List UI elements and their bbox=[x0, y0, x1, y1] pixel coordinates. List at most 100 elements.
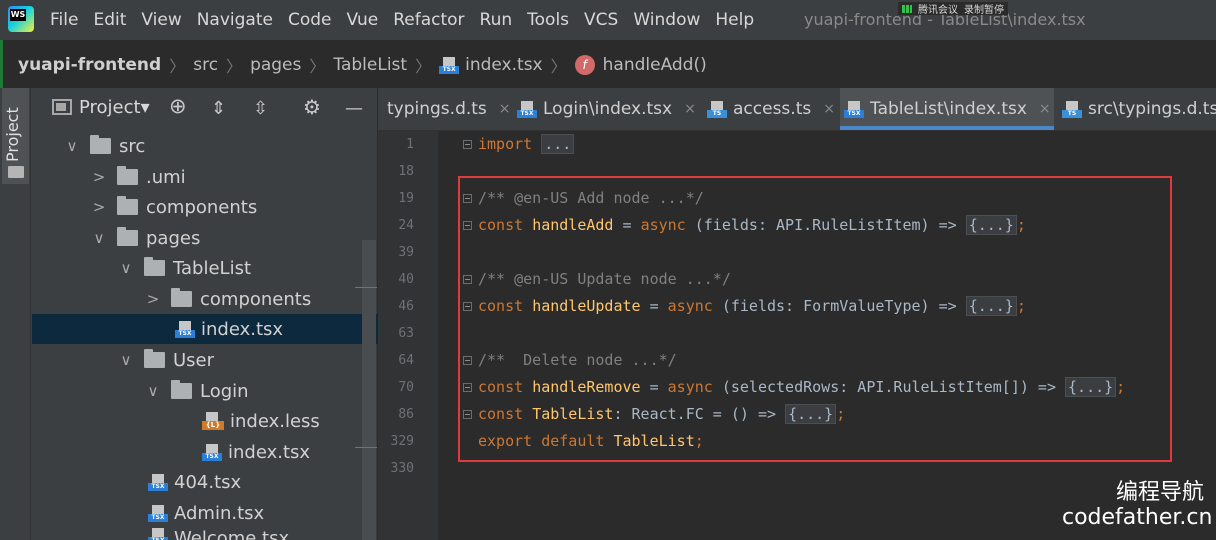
annotation-highlight-box bbox=[458, 176, 1172, 462]
menu-file[interactable]: File bbox=[50, 10, 78, 30]
breadcrumb: yuapi-frontend 〉 src 〉 pages 〉 TableList… bbox=[0, 46, 1216, 84]
menu-refactor[interactable]: Refactor bbox=[393, 10, 464, 30]
breadcrumb-project[interactable]: yuapi-frontend bbox=[18, 55, 161, 75]
menu-tools[interactable]: Tools bbox=[527, 10, 569, 30]
fold-toggle-icon[interactable] bbox=[463, 140, 472, 149]
breadcrumb-function[interactable]: handleAdd() bbox=[603, 55, 707, 75]
chevron-down-icon[interactable]: ∨ bbox=[64, 137, 80, 155]
menu-vue[interactable]: Vue bbox=[347, 10, 379, 30]
tsx-label: TSX bbox=[517, 109, 537, 118]
ts-file-icon: TS bbox=[707, 100, 727, 118]
tree-item-label: index.tsx bbox=[228, 441, 311, 463]
menu-run[interactable]: Run bbox=[480, 10, 513, 30]
folded-region[interactable]: ... bbox=[541, 134, 575, 154]
chevron-right-icon[interactable]: > bbox=[91, 198, 107, 216]
expand-all-icon[interactable]: ⇕ bbox=[211, 100, 226, 118]
close-icon[interactable]: × bbox=[499, 101, 511, 117]
less-label: {L} bbox=[202, 421, 224, 430]
tab-typings-d-ts[interactable]: typings.d.ts × bbox=[387, 88, 511, 130]
project-toolbar: Project▾ ⊕ ⇕ ⇳ ⚙ — bbox=[31, 88, 377, 130]
close-icon[interactable]: × bbox=[823, 101, 835, 117]
tree-item-label: Welcome.tsx bbox=[174, 528, 290, 540]
tree-item-label: User bbox=[173, 349, 215, 371]
breadcrumb-file[interactable]: index.tsx bbox=[465, 55, 543, 75]
watermark-url: codefather.cn bbox=[1062, 505, 1213, 530]
project-scrollbar[interactable] bbox=[362, 240, 376, 540]
collapse-all-icon[interactable]: ⇳ bbox=[253, 100, 268, 118]
tree-item-label: TableList bbox=[173, 257, 252, 279]
line-number: 329 bbox=[390, 434, 414, 449]
minimize-icon[interactable]: — bbox=[345, 100, 363, 118]
menu-edit[interactable]: Edit bbox=[93, 10, 126, 30]
line-number: 18 bbox=[398, 164, 414, 179]
error-stripe bbox=[355, 447, 377, 448]
main-menu: File Edit View Navigate Code Vue Refacto… bbox=[50, 0, 769, 40]
menu-vcs[interactable]: VCS bbox=[584, 10, 618, 30]
folder-icon bbox=[171, 380, 192, 399]
tsx-file-icon: TSX bbox=[202, 443, 222, 461]
breadcrumb-pages[interactable]: pages bbox=[250, 55, 301, 75]
chevron-down-icon[interactable]: ∨ bbox=[145, 382, 161, 400]
tab-label: access.ts bbox=[733, 99, 812, 119]
chevron-down-icon[interactable]: ∨ bbox=[91, 229, 107, 247]
menu-code[interactable]: Code bbox=[288, 10, 332, 30]
close-icon[interactable]: × bbox=[1039, 101, 1051, 117]
breadcrumb-src[interactable]: src bbox=[193, 55, 218, 75]
tsx-label: TSX bbox=[175, 329, 195, 338]
tab-access-ts[interactable]: TS access.ts × bbox=[707, 88, 835, 130]
tab-label: src\typings.d.ts bbox=[1088, 99, 1216, 119]
tree-item-label: Login bbox=[200, 380, 249, 402]
tree-item-label: index.less bbox=[230, 410, 320, 432]
watermark-title: 编程导航 bbox=[1116, 480, 1205, 505]
tree-item-umi[interactable]: > .umi bbox=[32, 162, 435, 192]
active-tab-indicator bbox=[840, 126, 1054, 130]
line-number: 330 bbox=[390, 461, 414, 476]
line-number: 40 bbox=[398, 272, 414, 287]
tree-item-label: pages bbox=[146, 227, 201, 249]
line-number: 24 bbox=[398, 218, 414, 233]
tsx-label: TSX bbox=[148, 482, 168, 491]
meeting-recording-badge: 腾讯会议 录制暂停 bbox=[898, 2, 1008, 16]
tab-label: Login\index.tsx bbox=[543, 99, 673, 119]
tsx-label: TSX bbox=[439, 65, 460, 74]
line-number: 86 bbox=[398, 407, 414, 422]
menu-help[interactable]: Help bbox=[715, 10, 754, 30]
less-file-icon: {L} bbox=[202, 412, 224, 430]
line-number: 63 bbox=[398, 326, 414, 341]
tsx-file-icon: TSX bbox=[517, 100, 537, 118]
tree-item-src[interactable]: ∨ src bbox=[32, 131, 408, 161]
menu-view[interactable]: View bbox=[141, 10, 181, 30]
line-number: 64 bbox=[398, 353, 414, 368]
tsx-file-icon: TSX bbox=[148, 504, 168, 522]
tree-item-label: .umi bbox=[146, 166, 186, 188]
tab-label: typings.d.ts bbox=[387, 99, 487, 119]
tab-src-typings[interactable]: TS src\typings.d.ts bbox=[1062, 88, 1216, 130]
menu-window[interactable]: Window bbox=[633, 10, 700, 30]
chevron-down-icon[interactable]: ∨ bbox=[118, 351, 134, 369]
close-icon[interactable]: × bbox=[684, 101, 696, 117]
chevron-right-icon[interactable]: > bbox=[91, 168, 107, 186]
locate-target-icon[interactable]: ⊕ bbox=[169, 96, 187, 117]
line-number: 70 bbox=[398, 380, 414, 395]
chevron-right-icon[interactable]: > bbox=[145, 290, 161, 308]
tree-item-components[interactable]: > components bbox=[32, 192, 435, 222]
gear-icon[interactable]: ⚙ bbox=[303, 97, 321, 117]
folder-icon bbox=[117, 196, 138, 215]
tsx-label: TSX bbox=[148, 513, 168, 522]
recording-paused-label: 录制暂停 bbox=[964, 5, 1004, 16]
menu-navigate[interactable]: Navigate bbox=[197, 10, 273, 30]
tab-tablelist-index[interactable]: TSX TableList\index.tsx × bbox=[840, 88, 1054, 130]
chevron-down-icon[interactable]: ∨ bbox=[118, 259, 134, 277]
folder-icon bbox=[8, 166, 24, 178]
tree-item-label: components bbox=[200, 288, 312, 310]
tsx-label: TSX bbox=[202, 452, 222, 461]
ts-file-icon: TS bbox=[1062, 100, 1082, 118]
tree-item-label: 404.tsx bbox=[174, 471, 242, 493]
line-number: 19 bbox=[398, 191, 414, 206]
project-tool-label[interactable]: Project bbox=[3, 92, 22, 162]
project-view-selector[interactable]: Project▾ bbox=[79, 97, 150, 118]
folder-icon bbox=[90, 135, 111, 154]
tab-login-index[interactable]: TSX Login\index.tsx × bbox=[517, 88, 696, 130]
tsx-label: TSX bbox=[844, 109, 864, 118]
breadcrumb-tablelist[interactable]: TableList bbox=[333, 55, 407, 75]
